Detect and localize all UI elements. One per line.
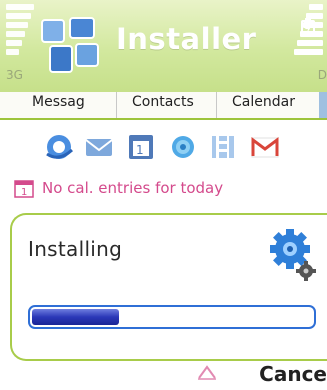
installing-dialog: Installing <box>10 213 327 361</box>
apps-icon[interactable] <box>208 132 238 162</box>
calendar-entries-line[interactable]: 1 No cal. entries for today <box>14 178 324 200</box>
battery-icon <box>301 18 315 36</box>
navigation-hint-icon <box>198 365 216 380</box>
install-progress-bar <box>28 305 316 329</box>
mail-icon[interactable] <box>84 132 114 162</box>
svg-text:1: 1 <box>136 143 144 157</box>
app-title: Installer <box>116 22 257 56</box>
title-bar: 3G Installer D <box>0 0 327 92</box>
gmail-icon[interactable] <box>250 132 280 162</box>
gear-icon <box>270 229 316 281</box>
tab-bar: Messag Contacts Calendar <box>0 92 327 118</box>
shortcut-bar: 1 <box>0 124 327 170</box>
svg-text:1: 1 <box>21 187 27 198</box>
dialog-title: Installing <box>28 237 123 261</box>
signal-strength-icon <box>6 4 34 68</box>
tab-separator <box>116 92 117 118</box>
tab-contacts[interactable]: Contacts <box>132 94 194 110</box>
installer-app-icon <box>41 17 99 73</box>
tab-calendar[interactable]: Calendar <box>232 94 295 110</box>
calendar-icon[interactable]: 1 <box>126 132 156 162</box>
music-icon[interactable] <box>168 132 198 162</box>
browser-icon[interactable] <box>44 132 74 162</box>
battery-level-icon <box>293 4 323 68</box>
tab-messaging[interactable]: Messag <box>32 94 85 110</box>
install-progress-fill <box>32 309 119 325</box>
tab-separator <box>216 92 217 118</box>
cancel-softkey[interactable]: Cance <box>259 362 327 386</box>
battery-label: D <box>317 68 327 82</box>
network-type-label: 3G <box>6 68 23 82</box>
tab-underline <box>0 118 327 120</box>
calendar-entries-text: No cal. entries for today <box>42 179 224 197</box>
calendar-small-icon: 1 <box>14 180 34 198</box>
tab-scroll-edge <box>319 92 327 118</box>
